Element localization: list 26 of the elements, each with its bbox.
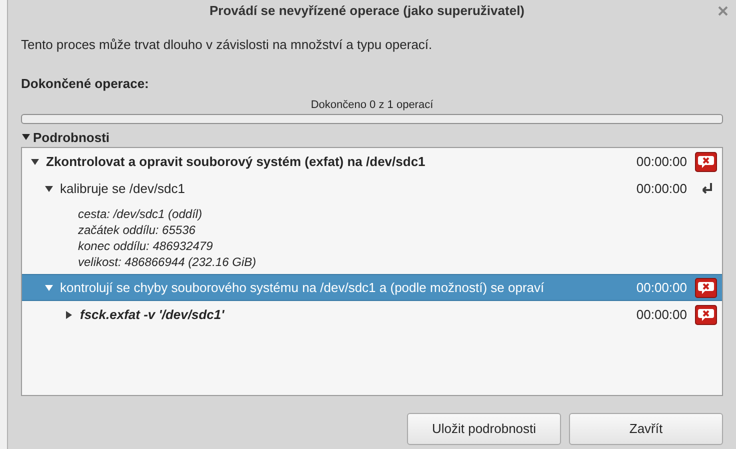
- dialog-button[interactable]: Uložit podrobnosti: [407, 413, 561, 445]
- dialog-button[interactable]: Zavřít: [569, 413, 723, 445]
- progress-label: Dokončeno 0 z 1 operací: [310, 98, 434, 113]
- operation-row[interactable]: kalibruje se /dev/sdc1 00:00:00: [22, 175, 722, 202]
- window-title: Provádí se nevyřízené operace (jako superuživatel): [208, 2, 526, 20]
- details-expander[interactable]: Podrobnosti: [21, 128, 110, 147]
- elapsed-time: 00:00:00: [636, 180, 687, 198]
- collapsed-arrow-icon[interactable]: [64, 310, 74, 320]
- elapsed-time: 00:00:00: [636, 306, 687, 324]
- intro-text: Tento proces může trvat dlouho v závislosti na množství a typu operací.: [21, 36, 434, 54]
- detail-line: cesta: /dev/sdc1 (oddíl): [78, 206, 204, 222]
- progress-heading: Dokončené operace:: [21, 74, 150, 93]
- operation-row[interactable]: fsck.exfat -v '/dev/sdc1' 00:00:00: [22, 301, 722, 328]
- operation-text: fsck.exfat -v '/dev/sdc1': [80, 306, 226, 324]
- operation-text: kontrolují se chyby souborového systému na /dev/sdc1 a (podle možností) se opraví: [60, 278, 546, 297]
- elapsed-time: 00:00:00: [636, 152, 687, 171]
- elapsed-time: 00:00:00: [636, 278, 687, 297]
- operation-text: kalibruje se /dev/sdc1: [60, 180, 186, 198]
- expanded-arrow-icon[interactable]: [44, 184, 54, 194]
- detail-line: velikost: 486866944 (232.16 GiB): [78, 254, 258, 270]
- detail-line: konec oddílu: 486932479: [78, 238, 214, 254]
- expanded-arrow-icon[interactable]: [30, 156, 40, 166]
- operation-row[interactable]: Zkontrolovat a opravit souborový systém (exfat) na /dev/sdc1 00:00:00: [22, 148, 722, 175]
- operation-text: Zkontrolovat a opravit souborový systém (exfat) na /dev/sdc1: [46, 152, 426, 171]
- expanded-arrow-icon: [21, 132, 31, 142]
- detail-line: začátek oddílu: 65536: [78, 222, 196, 238]
